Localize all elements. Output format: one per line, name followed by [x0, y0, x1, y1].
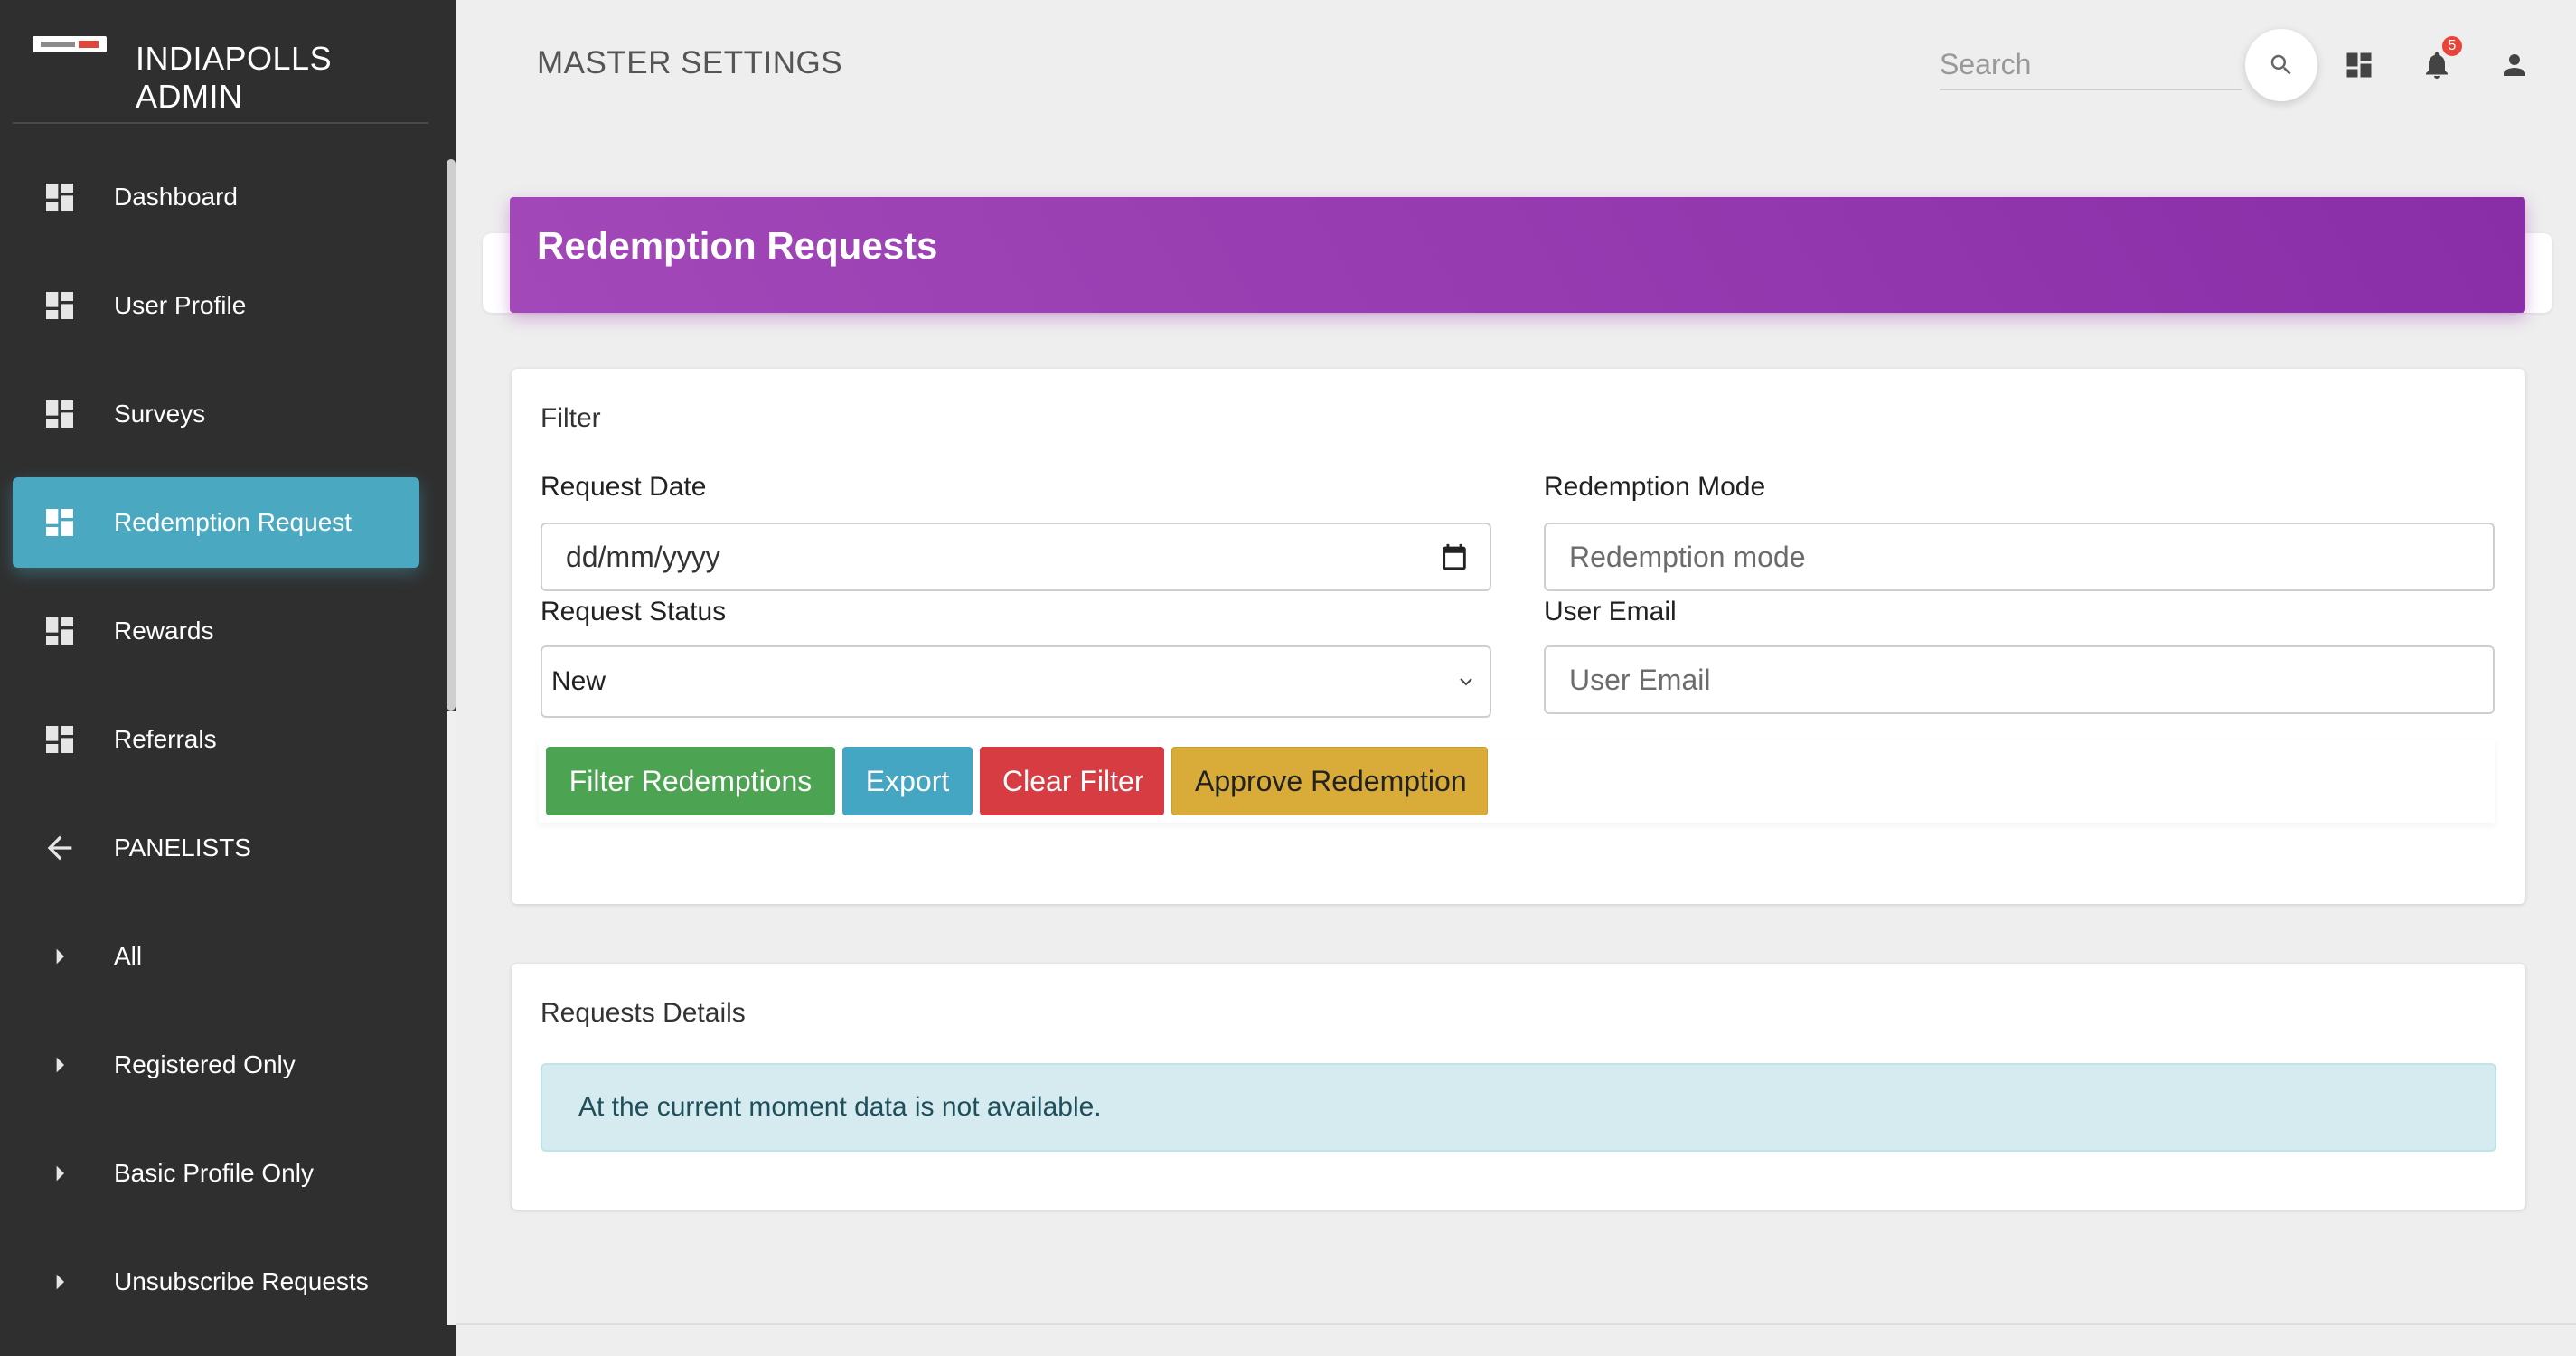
requests-details-title: Requests Details [541, 998, 746, 1028]
sidebar-item-label: Referrals [114, 725, 217, 753]
page-heading[interactable]: MASTER SETTINGS [537, 45, 842, 81]
request-status-value: New [551, 666, 606, 696]
dashboard-icon[interactable] [2341, 47, 2377, 83]
sidebar-item-label: Dashboard [114, 183, 238, 211]
filter-card: Filter Request Date dd/mm/yyyy Redemptio… [512, 369, 2525, 904]
sidebar-item-label: PANELISTS [114, 833, 251, 862]
dashboard-icon [42, 721, 78, 758]
redemption-mode-input[interactable] [1544, 523, 2495, 591]
sidebar-item-label: User Profile [114, 291, 247, 319]
footer-divider [456, 1323, 2576, 1325]
chevron-down-icon [1455, 671, 1477, 692]
search-icon [2268, 52, 2295, 79]
indiapolls-logo[interactable] [33, 36, 107, 52]
sidebar-scrollbar-track[interactable] [447, 711, 456, 1325]
filter-button-row: Filter Redemptions Export Clear Filter A… [539, 739, 2495, 823]
sidebar-item-referrals[interactable]: Referrals [13, 694, 419, 785]
sidebar-item-dashboard[interactable]: Dashboard [13, 152, 419, 242]
card-header: Redemption Requests [510, 197, 2525, 313]
sidebar-item-rewards[interactable]: Rewards [13, 586, 419, 676]
caret-right-icon [42, 938, 78, 975]
request-date-placeholder: dd/mm/yyyy [566, 540, 720, 573]
export-button[interactable]: Export [842, 747, 973, 815]
person-icon[interactable] [2496, 47, 2533, 83]
request-date-input[interactable]: dd/mm/yyyy [541, 523, 1491, 591]
user-email-input[interactable] [1544, 645, 2495, 714]
sidebar-item-registered-only[interactable]: Registered Only [13, 1020, 419, 1110]
sidebar-item-all[interactable]: All [13, 911, 419, 1002]
request-status-select[interactable]: New [541, 645, 1491, 718]
sidebar-item-surveys[interactable]: Surveys [13, 369, 419, 459]
caret-right-icon [42, 1264, 78, 1300]
sidebar-item-user-profile[interactable]: User Profile [13, 260, 419, 351]
sidebar-item-label: Surveys [114, 400, 206, 428]
sidebar-scrollbar-thumb[interactable] [447, 159, 456, 711]
dashboard-icon [42, 504, 78, 541]
caret-right-icon [42, 1047, 78, 1083]
approve-redemption-button[interactable]: Approve Redemption [1171, 747, 1488, 815]
sidebar-item-panelists[interactable]: PANELISTS [13, 803, 419, 893]
search-input[interactable] [1940, 40, 2242, 90]
notification-badge: 5 [2440, 34, 2464, 58]
requests-details-card: Requests Details At the current moment d… [512, 964, 2525, 1210]
sidebar-item-unsubscribe-requests[interactable]: Unsubscribe Requests [13, 1237, 419, 1327]
arrow-back-icon [42, 830, 78, 866]
app-title[interactable]: INDIAPOLLS ADMIN [136, 40, 428, 116]
clear-filter-button[interactable]: Clear Filter [980, 747, 1164, 815]
request-status-label: Request Status [541, 597, 727, 626]
dashboard-icon [42, 613, 78, 649]
filter-redemptions-button[interactable]: Filter Redemptions [546, 747, 835, 815]
sidebar-brand: INDIAPOLLS ADMIN [13, 0, 428, 124]
search-button[interactable] [2245, 29, 2317, 101]
sidebar-item-label: Basic Profile Only [114, 1159, 314, 1187]
dashboard-icon [42, 179, 78, 215]
card-title: Redemption Requests [537, 224, 938, 267]
user-email-label: User Email [1544, 597, 1677, 626]
sidebar-item-redemption-request[interactable]: Redemption Request [13, 477, 419, 568]
sidebar-item-label: Redemption Request [114, 508, 353, 536]
empty-data-message: At the current moment data is not availa… [578, 1092, 1102, 1122]
sidebar-item-basic-profile-only[interactable]: Basic Profile Only [13, 1128, 419, 1219]
dashboard-icon [42, 396, 78, 432]
sidebar: INDIAPOLLS ADMIN Dashboard User Profile … [0, 0, 456, 1356]
calendar-icon[interactable] [1439, 541, 1470, 572]
sidebar-item-label: Registered Only [114, 1050, 296, 1078]
request-date-label: Request Date [541, 472, 707, 502]
sidebar-item-label: All [114, 942, 143, 970]
empty-data-alert: At the current moment data is not availa… [541, 1063, 2496, 1152]
caret-right-icon [42, 1155, 78, 1191]
sidebar-item-label: Rewards [114, 617, 214, 645]
filter-title: Filter [541, 403, 601, 433]
dashboard-icon [42, 287, 78, 324]
sidebar-nav: Dashboard User Profile Surveys Redemptio… [13, 152, 419, 1345]
sidebar-item-label: Unsubscribe Requests [114, 1267, 369, 1295]
redemption-mode-label: Redemption Mode [1544, 472, 1766, 502]
